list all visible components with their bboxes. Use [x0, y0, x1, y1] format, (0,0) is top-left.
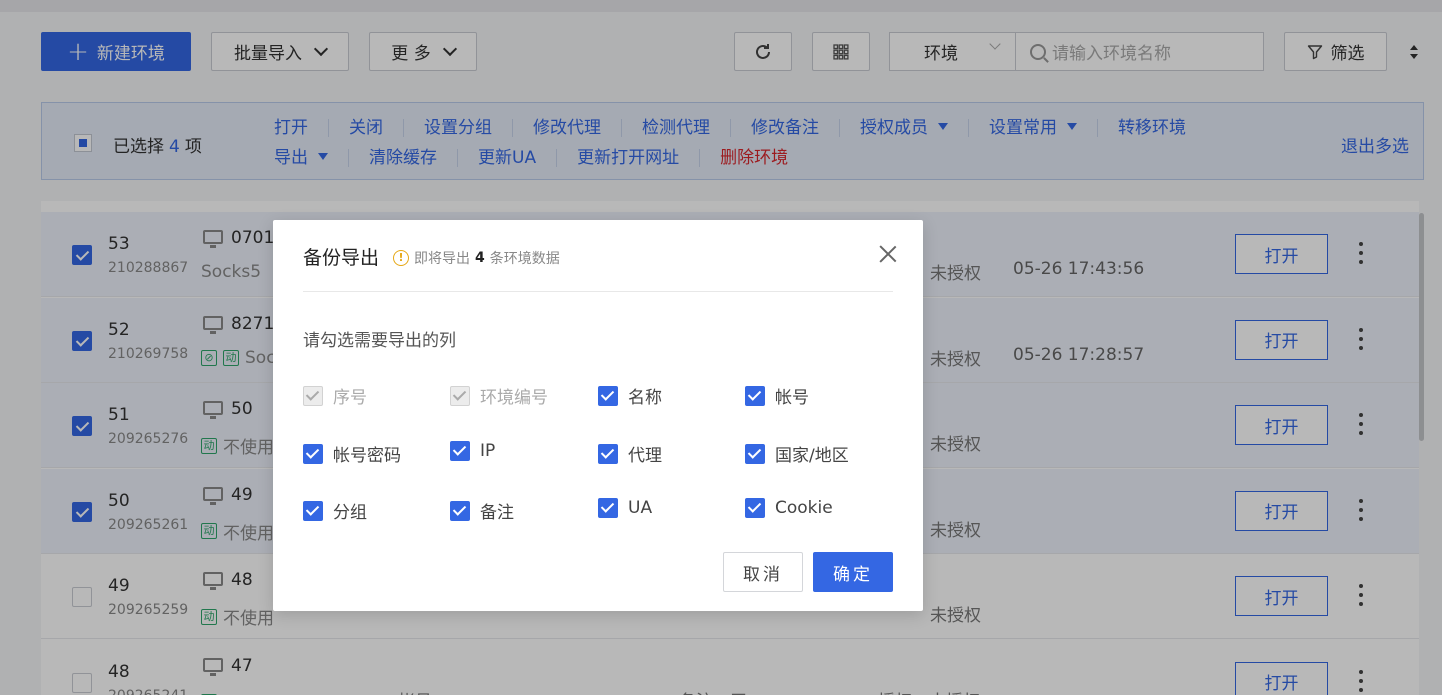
option-label: 代理: [628, 446, 662, 466]
option-label: UA: [628, 498, 653, 518]
option-label: 帐号: [775, 388, 809, 408]
close-icon[interactable]: [879, 245, 897, 263]
export-option[interactable]: 国家/地区: [745, 441, 849, 466]
modal-hint: ! 即将导出 4 条环境数据: [393, 248, 560, 268]
export-modal: 备份导出 ! 即将导出 4 条环境数据 请勾选需要导出的列 序号 环境编号 名称 帐号帐号…: [273, 220, 923, 611]
option-label: 国家/地区: [775, 446, 849, 466]
option-checkbox[interactable]: [450, 500, 470, 521]
option-label: Cookie: [775, 498, 833, 518]
export-option[interactable]: Cookie: [745, 498, 833, 518]
option-checkbox[interactable]: [303, 500, 323, 521]
hint-suffix: 条环境数据: [489, 251, 560, 267]
export-option: 环境编号: [450, 383, 548, 408]
confirm-button[interactable]: 确定: [813, 552, 893, 592]
option-checkbox[interactable]: [598, 443, 618, 464]
export-option[interactable]: 备注: [450, 498, 514, 523]
export-option[interactable]: 帐号: [745, 383, 809, 408]
export-option[interactable]: 名称: [598, 383, 662, 408]
hint-count: 4: [475, 250, 485, 266]
modal-title: 备份导出: [303, 247, 380, 269]
modal-divider: [303, 291, 893, 292]
warning-icon: !: [393, 250, 409, 266]
option-label: 序号: [333, 388, 367, 408]
export-option[interactable]: UA: [598, 498, 652, 518]
option-checkbox: [303, 385, 323, 406]
option-label: 备注: [480, 503, 514, 523]
export-option: 序号: [303, 383, 367, 408]
export-option[interactable]: 帐号密码: [303, 441, 401, 466]
option-checkbox[interactable]: [598, 385, 618, 406]
option-checkbox[interactable]: [598, 498, 618, 518]
option-label: IP: [480, 441, 496, 461]
option-checkbox: [450, 385, 470, 406]
option-checkbox[interactable]: [450, 441, 470, 461]
cancel-button[interactable]: 取消: [723, 552, 803, 592]
option-label: 名称: [628, 388, 662, 408]
export-option[interactable]: 代理: [598, 441, 662, 466]
option-label: 环境编号: [480, 388, 548, 408]
option-checkbox[interactable]: [745, 498, 765, 518]
option-label: 帐号密码: [333, 446, 401, 466]
export-option[interactable]: 分组: [303, 498, 367, 523]
option-checkbox[interactable]: [303, 443, 323, 464]
option-checkbox[interactable]: [745, 385, 765, 406]
modal-subtitle: 请勾选需要导出的列: [303, 331, 456, 351]
hint-prefix: 即将导出: [414, 251, 470, 267]
export-option[interactable]: IP: [450, 441, 495, 461]
option-label: 分组: [333, 503, 367, 523]
option-checkbox[interactable]: [745, 443, 765, 464]
